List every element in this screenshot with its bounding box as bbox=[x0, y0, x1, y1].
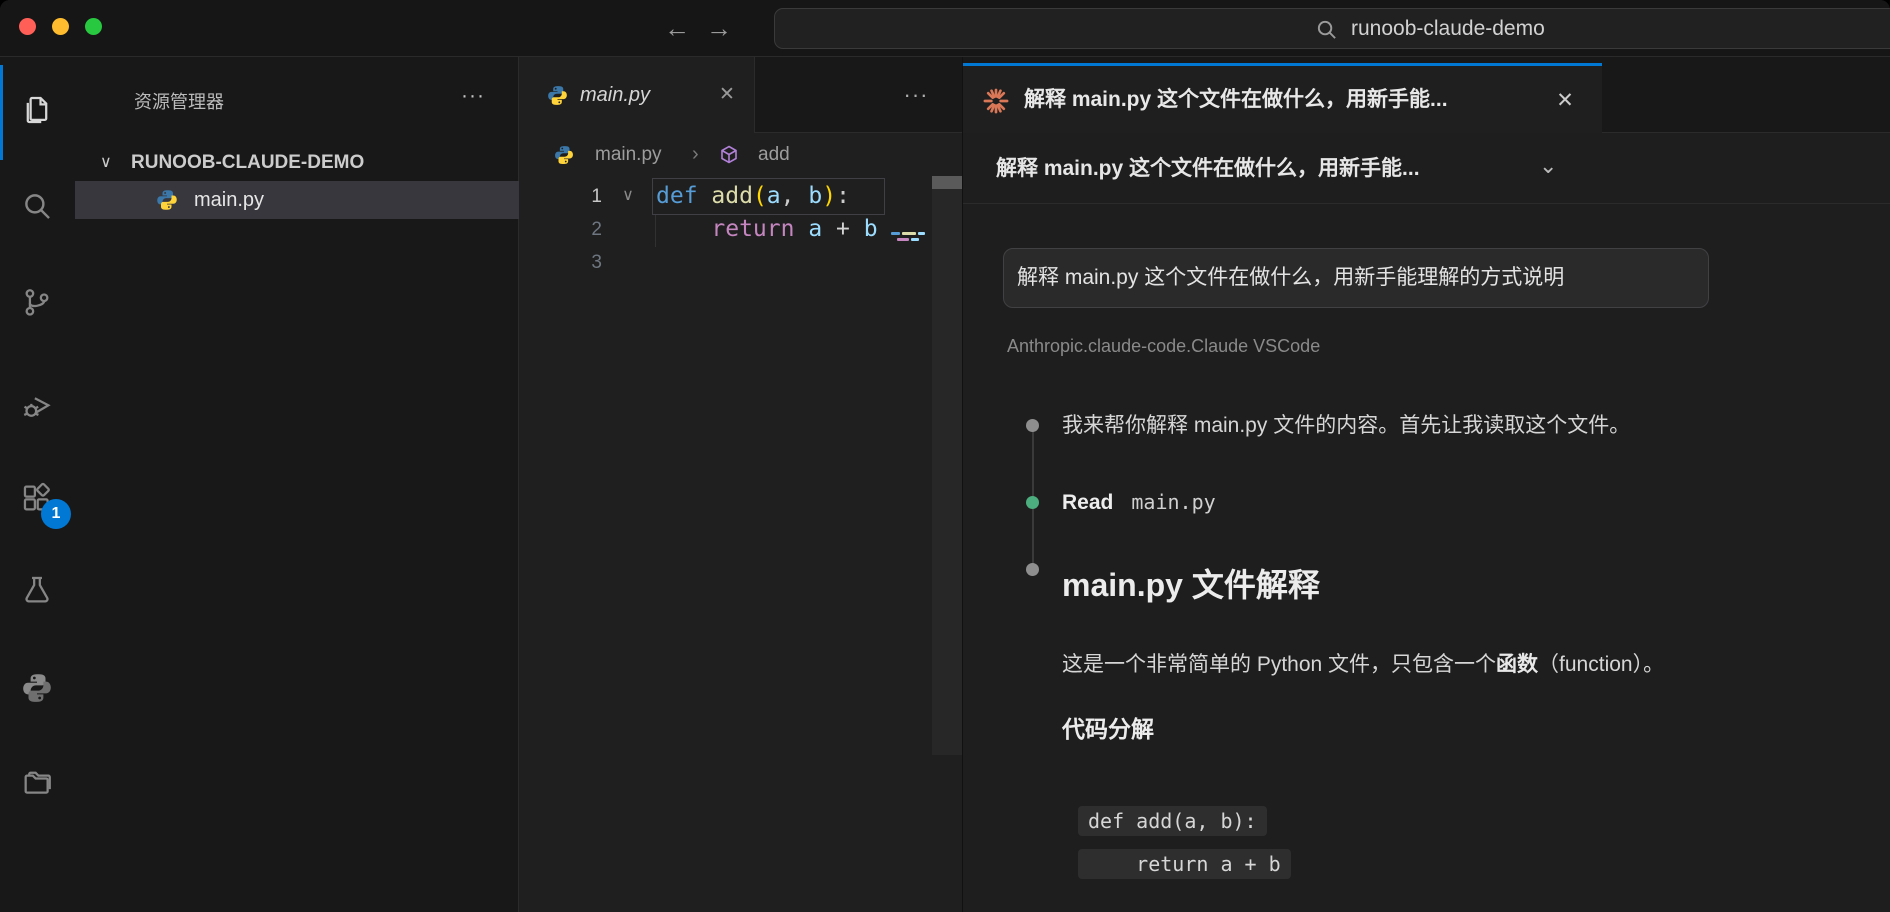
python-file-icon bbox=[546, 84, 569, 107]
python-view-icon[interactable] bbox=[20, 671, 54, 705]
editor-tab-bar: main.py ✕ ··· bbox=[520, 57, 962, 133]
extension-source-label: Anthropic.claude-code.Claude VSCode bbox=[1007, 336, 1320, 357]
file-row-selected[interactable]: main.py bbox=[75, 181, 519, 219]
workspace-folder-label: RUNOOB-CLAUDE-DEMO bbox=[131, 146, 364, 180]
timeline-dot bbox=[1026, 563, 1039, 576]
claude-code-panel: 解释 main.py 这个文件在做什么，用新手能... ✕ 解释 main.py… bbox=[962, 57, 1890, 912]
extensions-icon[interactable]: 1 bbox=[20, 481, 54, 515]
python-file-icon bbox=[155, 188, 179, 212]
active-view-indicator bbox=[0, 65, 3, 160]
close-icon[interactable]: ✕ bbox=[712, 80, 742, 110]
macos-zoom-button[interactable] bbox=[85, 18, 102, 35]
extensions-badge: 1 bbox=[41, 499, 71, 529]
explorer-sidebar: 资源管理器 ··· ∨ RUNOOB-CLAUDE-DEMO main.py bbox=[75, 57, 519, 912]
run-debug-icon[interactable] bbox=[20, 389, 54, 423]
tab-label: main.py bbox=[580, 57, 650, 133]
vscode-window: ← → runoob-claude-demo bbox=[0, 0, 1890, 912]
read-tool-label: Read bbox=[1062, 491, 1113, 514]
breadcrumb-file[interactable]: main.py bbox=[595, 133, 662, 177]
user-prompt-text: 解释 main.py 这个文件在做什么，用新手能理解的方式说明 bbox=[1017, 249, 1564, 307]
sidebar-more-actions-icon[interactable]: ··· bbox=[453, 81, 493, 111]
command-center-label: runoob-claude-demo bbox=[1351, 9, 1545, 48]
code-block-line-1: def add(a, b): bbox=[1078, 806, 1267, 836]
search-view-icon[interactable] bbox=[20, 189, 54, 223]
folder-view-icon[interactable] bbox=[20, 765, 54, 799]
assistant-message: 我来帮你解释 main.py 文件的内容。首先让我读取这个文件。 bbox=[1062, 411, 1630, 440]
editor-scrollbar[interactable] bbox=[932, 176, 962, 755]
title-bar: ← → runoob-claude-demo bbox=[0, 0, 1890, 57]
sidebar-section-header[interactable]: ∨ RUNOOB-CLAUDE-DEMO bbox=[75, 146, 519, 180]
timeline-dot-success bbox=[1026, 496, 1039, 509]
close-icon[interactable]: ✕ bbox=[1549, 85, 1581, 117]
result-paragraph: 这是一个非常简单的 Python 文件，只包含一个函数（function）。 bbox=[1062, 650, 1664, 680]
conversation-header-dropdown[interactable]: 解释 main.py 这个文件在做什么，用新手能... ⌄ bbox=[963, 133, 1890, 204]
line-number: 3 bbox=[560, 246, 602, 279]
panel-tab-bar: 解释 main.py 这个文件在做什么，用新手能... ✕ bbox=[963, 57, 1890, 133]
file-name-label: main.py bbox=[194, 181, 264, 219]
breadcrumb-symbol[interactable]: add bbox=[758, 133, 790, 177]
macos-minimize-button[interactable] bbox=[52, 18, 69, 35]
conversation-title: 解释 main.py 这个文件在做什么，用新手能... bbox=[996, 133, 1420, 204]
activity-bar: 1 bbox=[0, 57, 75, 912]
breadcrumb-separator-icon: › bbox=[692, 133, 699, 177]
forward-arrow-icon[interactable]: → bbox=[702, 9, 736, 47]
sidebar-title: 资源管理器 bbox=[134, 88, 224, 114]
symbol-method-icon bbox=[717, 143, 741, 167]
code-line-2: return a + b bbox=[656, 213, 878, 246]
result-heading: main.py 文件解释 bbox=[1062, 565, 1320, 605]
claude-tab-title: 解释 main.py 这个文件在做什么，用新手能... bbox=[1024, 66, 1448, 133]
editor-more-actions-icon[interactable]: ··· bbox=[898, 80, 934, 110]
tab-main-py[interactable]: main.py ✕ bbox=[520, 57, 755, 133]
fold-chevron-icon[interactable]: ∨ bbox=[616, 180, 640, 213]
line-number: 1 bbox=[560, 180, 602, 213]
read-tool-step: Read main.py bbox=[1062, 488, 1216, 517]
timeline-dot bbox=[1026, 419, 1039, 432]
source-control-icon[interactable] bbox=[20, 285, 54, 319]
editor-group: main.py ✕ ··· main.py › add bbox=[520, 57, 962, 912]
user-prompt-bubble: 解释 main.py 这个文件在做什么，用新手能理解的方式说明 bbox=[1003, 248, 1709, 308]
code-line-1: def add(a, b): bbox=[656, 180, 850, 213]
minimap[interactable] bbox=[886, 133, 932, 833]
python-file-icon bbox=[553, 144, 575, 166]
explorer-icon[interactable] bbox=[20, 93, 54, 127]
macos-close-button[interactable] bbox=[19, 18, 36, 35]
read-tool-target: main.py bbox=[1131, 490, 1215, 514]
section-heading: 代码分解 bbox=[1062, 714, 1154, 745]
testing-flask-icon[interactable] bbox=[20, 573, 54, 607]
scrollbar-thumb[interactable] bbox=[932, 176, 962, 189]
back-arrow-icon[interactable]: ← bbox=[660, 9, 694, 47]
claude-starburst-icon bbox=[982, 87, 1010, 115]
chevron-down-icon: ∨ bbox=[100, 146, 112, 180]
code-block-line-2: return a + b bbox=[1078, 849, 1291, 879]
claude-conversation-tab[interactable]: 解释 main.py 这个文件在做什么，用新手能... ✕ bbox=[963, 63, 1602, 133]
chevron-down-icon: ⌄ bbox=[1539, 133, 1557, 204]
line-number: 2 bbox=[560, 213, 602, 246]
search-icon bbox=[1315, 18, 1338, 41]
command-center[interactable]: runoob-claude-demo bbox=[774, 8, 1890, 49]
